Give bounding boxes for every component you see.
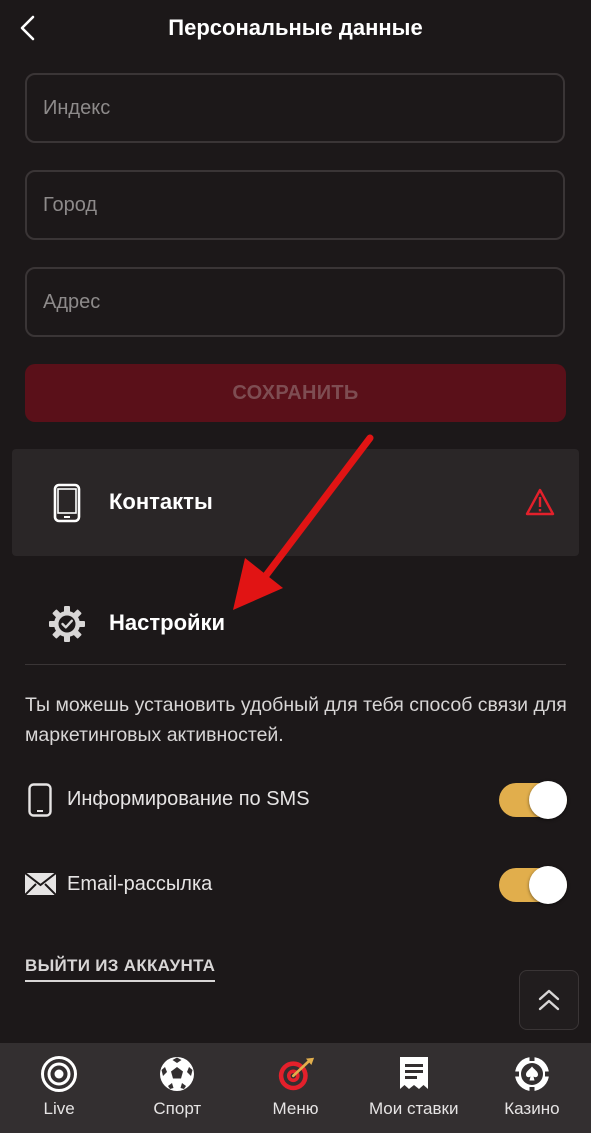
casino-chip-icon bbox=[513, 1055, 551, 1093]
top-bar: Персональные данные bbox=[0, 0, 591, 56]
email-toggle-knob bbox=[529, 866, 567, 904]
logout-link[interactable]: ВЫЙТИ ИЗ АККАУНТА bbox=[25, 956, 216, 982]
nav-label-my-bets: Мои ставки bbox=[368, 1099, 459, 1118]
sms-toggle-knob bbox=[529, 781, 567, 819]
gear-check-icon bbox=[47, 604, 87, 644]
city-field[interactable] bbox=[41, 192, 563, 218]
nav-item-sport[interactable]: Спорт bbox=[118, 1043, 236, 1133]
warning-icon bbox=[524, 486, 556, 518]
nav-label-live: Live bbox=[43, 1099, 75, 1118]
nav-item-my-bets[interactable]: Мои ставки bbox=[355, 1043, 473, 1133]
sms-toggle[interactable] bbox=[499, 781, 567, 819]
email-label: Email-рассылка bbox=[67, 873, 213, 895]
nav-item-live[interactable]: Live bbox=[0, 1043, 118, 1133]
email-toggle[interactable] bbox=[499, 866, 567, 904]
target-icon bbox=[277, 1055, 315, 1093]
city-field-container bbox=[25, 170, 565, 240]
address-field[interactable] bbox=[41, 289, 563, 315]
receipt-icon bbox=[395, 1055, 433, 1093]
index-field-container bbox=[25, 73, 565, 143]
page-title: Персональные данные bbox=[168, 15, 423, 40]
phone-icon bbox=[50, 483, 84, 523]
sms-phone-icon bbox=[27, 782, 53, 818]
live-icon bbox=[40, 1055, 78, 1093]
nav-item-casino[interactable]: Казино bbox=[473, 1043, 591, 1133]
save-button[interactable]: СОХРАНИТЬ bbox=[25, 364, 566, 422]
settings-description: Ты можешь установить удобный для тебя сп… bbox=[25, 694, 567, 746]
nav-label-menu: Меню bbox=[272, 1099, 319, 1118]
nav-item-menu[interactable]: Меню bbox=[236, 1043, 354, 1133]
contacts-label: Контакты bbox=[109, 489, 213, 514]
scroll-to-top-button[interactable] bbox=[519, 970, 579, 1030]
section-divider bbox=[25, 664, 566, 665]
back-button[interactable] bbox=[14, 14, 42, 42]
annotation-arrow bbox=[233, 434, 374, 610]
sms-label: Информирование по SMS bbox=[67, 788, 310, 810]
settings-section[interactable]: Настройки bbox=[25, 590, 566, 660]
double-chevron-up-icon bbox=[538, 989, 560, 1011]
address-field-container bbox=[25, 267, 565, 337]
chevron-left-icon bbox=[20, 15, 35, 41]
index-field[interactable] bbox=[41, 95, 563, 121]
settings-label: Настройки bbox=[109, 610, 226, 635]
soccer-ball-icon bbox=[158, 1055, 196, 1093]
nav-label-casino: Казино bbox=[504, 1099, 560, 1118]
bottom-navigation: Live Спорт Меню Мои ставки Казино bbox=[0, 1043, 591, 1133]
nav-label-sport: Спорт bbox=[153, 1099, 202, 1118]
envelope-icon bbox=[24, 872, 56, 896]
